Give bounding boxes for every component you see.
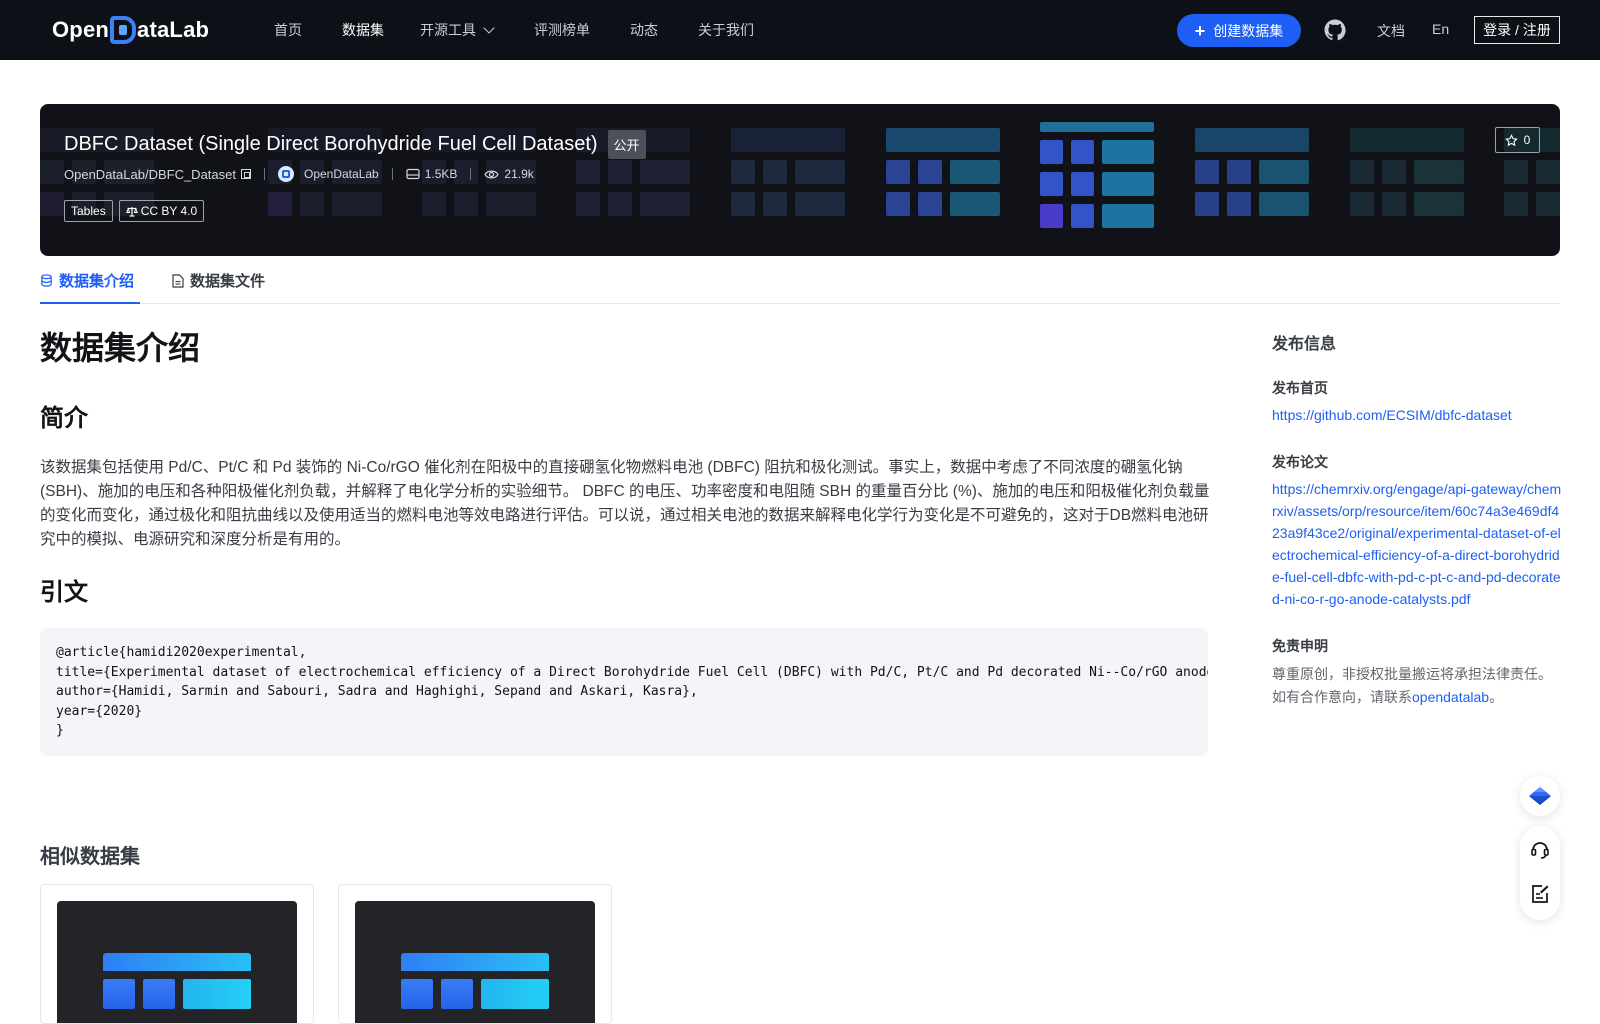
similar-datasets-heading: 相似数据集 <box>40 846 140 868</box>
paper-link[interactable]: https://chemrxiv.org/engage/api-gateway/… <box>1272 478 1562 610</box>
docs-link[interactable]: 文档 <box>1377 21 1405 41</box>
float-tools-group <box>1520 826 1560 920</box>
meta-divider <box>391 168 393 180</box>
nav-item-news[interactable]: 动态 <box>630 20 658 40</box>
star-icon <box>1504 133 1518 146</box>
plus-icon: + <box>1194 20 1206 41</box>
create-dataset-button[interactable]: + 创建数据集 <box>1177 14 1301 47</box>
citation-code-block: @article{hamidi2020experimental, title={… <box>40 628 1208 756</box>
summary-heading: 简介 <box>40 405 88 432</box>
dataset-title: DBFC Dataset (Single Direct Borohydride … <box>64 130 646 159</box>
dataset-thumbnail <box>57 901 297 1023</box>
homepage-label: 发布首页 <box>1272 380 1328 396</box>
nav-item-about[interactable]: 关于我们 <box>698 20 754 40</box>
login-register-button[interactable]: 登录 / 注册 <box>1474 16 1560 44</box>
nav-item-home[interactable]: 首页 <box>274 20 302 40</box>
star-button[interactable]: 0 <box>1495 127 1540 153</box>
eye-icon <box>484 170 500 178</box>
contact-link[interactable]: opendatalab <box>1412 689 1489 705</box>
star-count: 0 <box>1523 133 1531 147</box>
nav-item-datasets[interactable]: 数据集 <box>342 20 384 40</box>
views-info: 21.9k <box>484 167 534 181</box>
publish-info-title: 发布信息 <box>1272 336 1337 353</box>
database-icon <box>41 274 52 287</box>
active-tab-indicator <box>40 302 140 304</box>
tab-files[interactable]: 数据集文件 <box>172 270 265 291</box>
dataset-thumbnail <box>355 901 595 1023</box>
disclaimer-text: 尊重原创，非授权批量搬运将承担法律责任。 如有合作意向，请联系opendatal… <box>1272 663 1562 708</box>
disclaimer-label: 免责申明 <box>1272 638 1328 654</box>
feedback-button[interactable] <box>1528 882 1552 906</box>
disclaimer-suffix: 。 <box>1489 688 1504 705</box>
nav-item-tools[interactable]: 开源工具 <box>420 20 495 40</box>
dataset-meta: OpenDataLab/DBFC_Dataset OpenDataLab 1.5… <box>64 166 534 182</box>
citation-line: } <box>56 723 64 739</box>
meta-divider <box>470 168 472 180</box>
file-icon <box>172 273 184 288</box>
dataset-size: 1.5KB <box>424 167 458 181</box>
org-link[interactable]: OpenDataLab <box>277 166 379 182</box>
edit-note-icon <box>1532 885 1549 903</box>
disclaimer-prefix: 如有合作意向，请联系 <box>1272 688 1412 705</box>
org-name: OpenDataLab <box>303 167 379 181</box>
paper-label: 发布论文 <box>1272 454 1328 470</box>
dataset-tags: Tables CC BY 4.0 <box>64 200 205 222</box>
scale-icon <box>125 206 138 217</box>
license-label: CC BY 4.0 <box>140 204 198 218</box>
publish-info-sidebar: 发布信息 发布首页 https://github.com/ECSIM/dbfc-… <box>1272 330 1562 705</box>
logo-d-icon <box>110 16 137 44</box>
logo-text-open: Open <box>52 17 110 42</box>
dataset-title-text: DBFC Dataset (Single Direct Borohydride … <box>64 133 598 155</box>
repo-path: OpenDataLab/DBFC_Dataset <box>64 166 236 182</box>
meta-divider <box>263 168 265 180</box>
nav-item-tools-label: 开源工具 <box>420 22 476 38</box>
float-app-button[interactable] <box>1520 776 1560 816</box>
language-switch[interactable]: En <box>1432 21 1449 37</box>
page-title: 数据集介绍 <box>40 330 201 366</box>
tab-introduction-label: 数据集介绍 <box>59 273 135 290</box>
citation-code: @article{hamidi2020experimental, title={… <box>56 643 1208 741</box>
citation-line: @article{hamidi2020experimental, <box>56 645 307 660</box>
visibility-badge: 公开 <box>607 130 646 159</box>
storage-icon <box>406 168 420 180</box>
summary-text: 该数据集包括使用 Pd/C、Pt/C 和 Pd 装饰的 Ni-Co/rGO 催化… <box>40 459 1210 548</box>
similar-dataset-card[interactable] <box>338 884 612 1024</box>
logo-text-atalab: ataLab <box>137 17 210 42</box>
top-navbar: Open ataLab 首页 数据集 开源工具 评测榜单 动态 关于我们 + 创… <box>0 0 1600 60</box>
dataset-banner: DBFC Dataset (Single Direct Borohydride … <box>40 104 1560 256</box>
tab-files-label: 数据集文件 <box>190 273 266 290</box>
headset-icon <box>1531 842 1549 859</box>
tag-tables[interactable]: Tables <box>64 200 113 222</box>
citation-heading: 引文 <box>40 579 88 606</box>
org-avatar <box>277 166 294 182</box>
citation-line: author={Hamidi, Sarmin and Sabouri, Sadr… <box>56 684 698 700</box>
app-logo-icon <box>1529 787 1551 805</box>
opendatalab-logo[interactable]: Open ataLab <box>52 15 209 45</box>
tab-introduction[interactable]: 数据集介绍 <box>40 270 134 291</box>
github-icon[interactable] <box>1323 18 1347 42</box>
citation-line: title={Experimental dataset of electroch… <box>56 664 1208 680</box>
citation-line: year={2020} <box>56 703 143 719</box>
similar-dataset-card[interactable] <box>40 884 314 1024</box>
create-dataset-label: 创建数据集 <box>1213 22 1284 39</box>
size-info: 1.5KB <box>406 167 458 181</box>
dataset-tabs: 数据集介绍 数据集文件 <box>40 262 1560 304</box>
disclaimer-line-1: 尊重原创，非授权批量搬运将承担法律责任。 <box>1272 666 1552 682</box>
dataset-introduction: 数据集介绍 简介 该数据集包括使用 Pd/C、Pt/C 和 Pd 装饰的 Ni-… <box>40 326 1209 1024</box>
view-count: 21.9k <box>504 167 534 181</box>
chevron-down-icon <box>483 22 495 34</box>
homepage-link[interactable]: https://github.com/ECSIM/dbfc-dataset <box>1272 404 1512 426</box>
copy-icon[interactable] <box>240 169 251 179</box>
support-button[interactable] <box>1528 838 1552 862</box>
license-tag[interactable]: CC BY 4.0 <box>118 200 205 222</box>
nav-item-leaderboard[interactable]: 评测榜单 <box>534 20 590 40</box>
